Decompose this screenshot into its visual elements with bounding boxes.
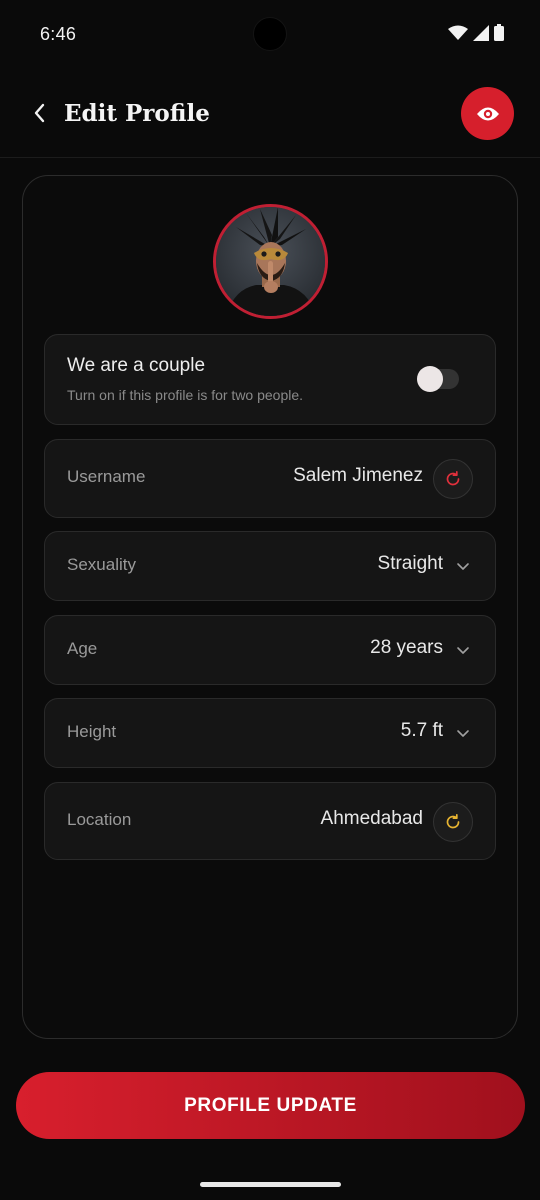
username-refresh-button[interactable] xyxy=(433,459,473,499)
front-camera xyxy=(253,17,287,51)
location-label: Location xyxy=(67,810,132,829)
chevron-down-icon xyxy=(455,558,471,574)
back-button[interactable] xyxy=(26,98,54,128)
age-label: Age xyxy=(67,639,98,658)
age-row[interactable]: Age 28 years xyxy=(44,615,496,685)
toggle-knob xyxy=(417,366,443,392)
couple-toggle-row: We are a couple Turn on if this profile … xyxy=(44,334,496,425)
app-header: Edit Profile xyxy=(0,68,540,158)
couple-toggle[interactable] xyxy=(417,366,459,392)
chevron-left-icon xyxy=(34,103,45,123)
height-value: 5.7 ft xyxy=(400,720,443,741)
status-bar: 6:46 xyxy=(0,0,540,68)
preview-profile-button[interactable] xyxy=(461,87,514,140)
sexuality-value: Straight xyxy=(377,553,443,574)
refresh-icon xyxy=(446,813,460,829)
username-row: Username Salem Jimenez xyxy=(44,439,496,518)
wifi-icon xyxy=(448,25,468,40)
username-value: Salem Jimenez xyxy=(293,465,423,486)
status-time: 6:46 xyxy=(40,24,77,44)
sexuality-row[interactable]: Sexuality Straight xyxy=(44,531,496,601)
couple-title: We are a couple xyxy=(67,355,206,376)
age-value: 28 years xyxy=(370,637,443,658)
home-indicator[interactable] xyxy=(200,1182,341,1187)
height-label: Height xyxy=(67,722,117,741)
sexuality-label: Sexuality xyxy=(67,555,136,574)
chevron-down-icon xyxy=(455,642,471,658)
location-row: Location Ahmedabad xyxy=(44,782,496,860)
height-row[interactable]: Height 5.7 ft xyxy=(44,698,496,768)
couple-subtitle: Turn on if this profile is for two peopl… xyxy=(67,387,304,403)
location-value: Ahmedabad xyxy=(320,808,423,829)
avatar[interactable] xyxy=(213,204,328,319)
signal-icon xyxy=(473,24,489,41)
battery-icon xyxy=(494,24,504,41)
refresh-icon xyxy=(446,470,460,486)
location-refresh-button[interactable] xyxy=(433,802,473,842)
status-icons xyxy=(448,24,504,41)
chevron-down-icon xyxy=(455,725,471,741)
avatar-image xyxy=(216,207,325,316)
eye-icon xyxy=(476,107,499,120)
profile-update-button[interactable]: PROFILE UPDATE xyxy=(16,1072,525,1139)
username-label: Username xyxy=(67,467,146,486)
page-title: Edit Profile xyxy=(64,100,210,127)
